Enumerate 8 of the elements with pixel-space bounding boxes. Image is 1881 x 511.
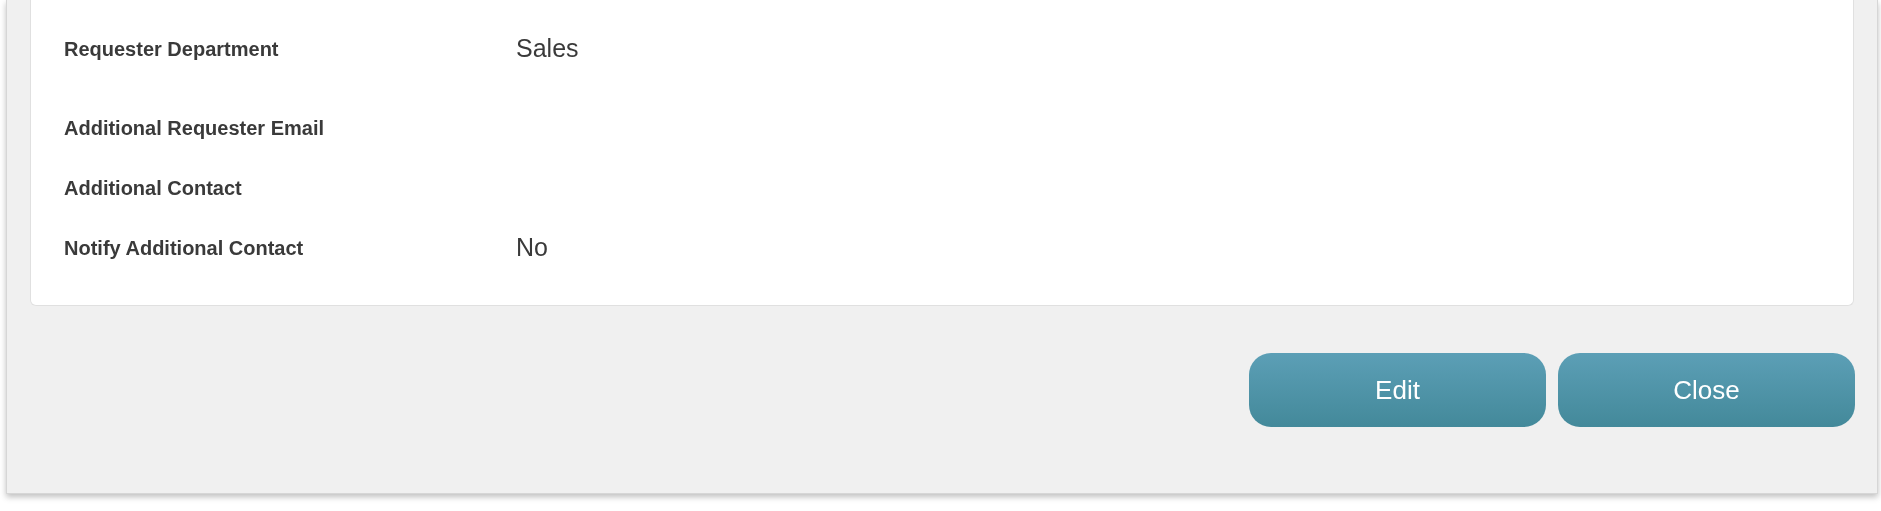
field-value: Sales — [516, 33, 579, 65]
field-label: Requester Department — [64, 37, 280, 62]
close-button[interactable]: Close — [1558, 353, 1855, 427]
field-label: Notify Additional Contact — [64, 236, 305, 261]
field-label: Additional Contact — [64, 176, 243, 201]
edit-button[interactable]: Edit — [1249, 353, 1546, 427]
field-label: Additional Requester Email — [64, 116, 326, 141]
field-value: No — [516, 232, 548, 264]
